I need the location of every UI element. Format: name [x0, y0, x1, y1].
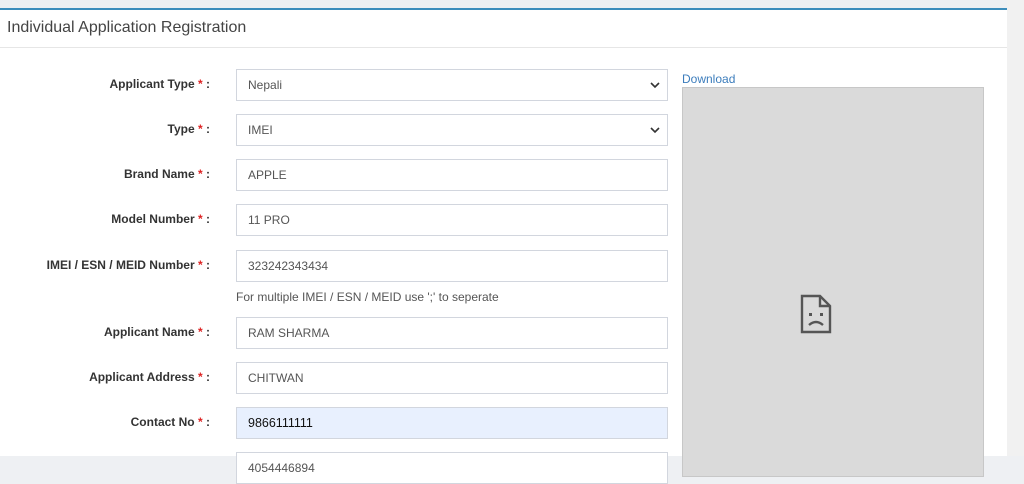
contact-no-input[interactable]: 9866111111: [236, 407, 668, 439]
imei-input[interactable]: 323242343434: [236, 250, 668, 282]
registration-panel: Individual Application Registration Appl…: [0, 8, 1007, 484]
type-value: IMEI: [248, 123, 273, 137]
document-preview: [682, 87, 984, 477]
applicant-address-row: Applicant Address * : CHITWAN: [0, 362, 680, 394]
brand-name-input[interactable]: APPLE: [236, 159, 668, 191]
download-link[interactable]: Download: [682, 72, 735, 86]
chevron-down-icon: [650, 127, 660, 134]
contact-no-label: Contact No * :: [130, 415, 210, 429]
panel-title: Individual Application Registration: [0, 10, 1007, 48]
type-label: Type * :: [167, 122, 210, 136]
imei-row: IMEI / ESN / MEID Number * : 32324234343…: [0, 250, 680, 304]
contact-no-row: Contact No * : 9866111111: [0, 407, 680, 439]
type-select[interactable]: IMEI: [236, 114, 668, 146]
imei-help-text: For multiple IMEI / ESN / MEID use ';' t…: [236, 290, 499, 304]
page-scrollbar[interactable]: [1007, 0, 1024, 456]
next-field-row: 4054446894: [0, 452, 680, 484]
applicant-type-row: Applicant Type * : Nepali: [0, 69, 680, 101]
brand-name-row: Brand Name * : APPLE: [0, 159, 680, 191]
brand-name-label: Brand Name * :: [123, 167, 210, 181]
imei-label: IMEI / ESN / MEID Number * :: [46, 258, 210, 272]
model-number-label: Model Number * :: [111, 212, 210, 226]
applicant-name-input[interactable]: RAM SHARMA: [236, 317, 668, 349]
type-row: Type * : IMEI: [0, 114, 680, 146]
next-field-input[interactable]: 4054446894: [236, 452, 668, 484]
applicant-name-row: Applicant Name * : RAM SHARMA: [0, 317, 680, 349]
applicant-address-input[interactable]: CHITWAN: [236, 362, 668, 394]
broken-document-icon: [800, 294, 832, 334]
chevron-down-icon: [650, 82, 660, 89]
applicant-address-label: Applicant Address * :: [89, 370, 210, 384]
applicant-name-label: Applicant Name * :: [103, 325, 210, 339]
applicant-type-label: Applicant Type * :: [109, 77, 210, 91]
applicant-type-value: Nepali: [248, 78, 283, 92]
applicant-type-select[interactable]: Nepali: [236, 69, 668, 101]
model-number-row: Model Number * : 11 PRO: [0, 204, 680, 236]
model-number-input[interactable]: 11 PRO: [236, 204, 668, 236]
